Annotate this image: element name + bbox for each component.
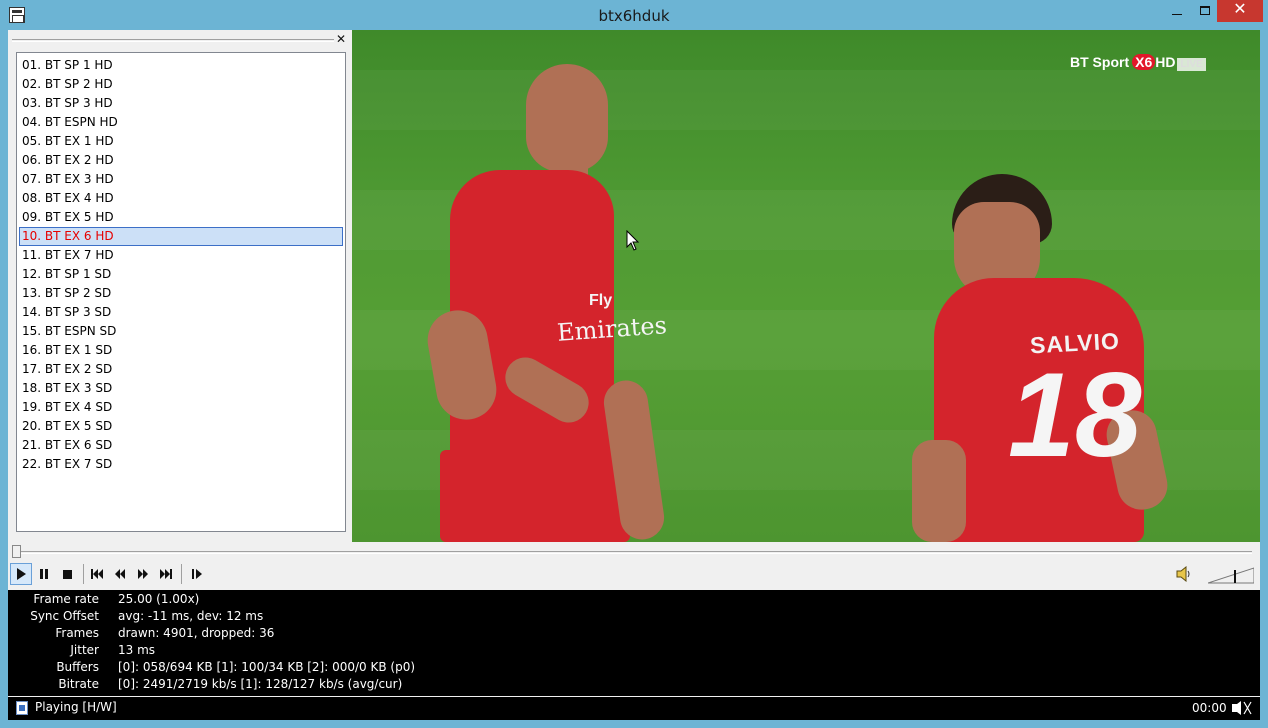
player-shorts xyxy=(440,450,630,542)
stat-value: avg: -11 ms, dev: 12 ms xyxy=(118,609,264,623)
player-window: btx6hduk ✕ ✕ 01. BT SP 1 HD 02. BT SP 2 H… xyxy=(0,0,1268,728)
pane-grip[interactable] xyxy=(12,39,334,42)
rewind-icon xyxy=(115,569,125,579)
stat-value: [0]: 2491/2719 kb/s [1]: 128/127 kb/s (a… xyxy=(118,677,403,691)
playlist-item[interactable]: 19. BT EX 4 SD xyxy=(19,398,343,417)
playlist-item[interactable]: 16. BT EX 1 SD xyxy=(19,341,343,360)
channel-logo: BT Sport X6 HD LIVE xyxy=(1070,54,1206,74)
playlist-item[interactable]: 01. BT SP 1 HD xyxy=(19,56,343,75)
playlist-item[interactable]: 13. BT SP 2 SD xyxy=(19,284,343,303)
play-icon xyxy=(16,568,26,580)
player-head xyxy=(526,64,608,172)
client-area: ✕ 01. BT SP 1 HD 02. BT SP 2 HD 03. BT SP … xyxy=(8,30,1260,720)
jersey-number: 18 xyxy=(1008,348,1142,482)
volume-slider[interactable] xyxy=(1208,566,1254,584)
pitch-stripe xyxy=(352,70,1260,130)
playlist-item[interactable]: 12. BT SP 1 SD xyxy=(19,265,343,284)
playlist-item[interactable]: 10. BT EX 6 HD xyxy=(19,227,343,246)
skip-forward-icon xyxy=(160,569,172,579)
playlist-item[interactable]: 20. BT EX 5 SD xyxy=(19,417,343,436)
resize-grip-icon[interactable] xyxy=(1232,701,1252,715)
playlist-item[interactable]: 09. BT EX 5 HD xyxy=(19,208,343,227)
player-arm xyxy=(912,440,966,542)
logo-live: LIVE xyxy=(1177,58,1206,71)
stat-value: 13 ms xyxy=(118,643,156,657)
playlist-item[interactable]: 17. BT EX 2 SD xyxy=(19,360,343,379)
stat-value: drawn: 4901, dropped: 36 xyxy=(118,626,275,640)
stat-row: Frame rate 25.00 (1.00x) xyxy=(8,591,1260,608)
sponsor-top: Fly xyxy=(589,292,613,309)
status-time: 00:00 xyxy=(1192,701,1227,715)
frame-step-button[interactable] xyxy=(186,563,208,585)
stat-label: Jitter xyxy=(70,643,99,657)
rewind-button[interactable] xyxy=(109,563,131,585)
seek-thumb[interactable] xyxy=(12,545,21,558)
stat-value: [0]: 058/694 KB [1]: 100/34 KB [2]: 000/… xyxy=(118,660,416,674)
pane-close-icon[interactable]: ✕ xyxy=(336,33,346,45)
playlist-item[interactable]: 11. BT EX 7 HD xyxy=(19,246,343,265)
status-text: Playing [H/W] xyxy=(35,700,117,714)
stat-row: Frames drawn: 4901, dropped: 36 xyxy=(8,625,1260,642)
stats-panel: Frame rate 25.00 (1.00x) Sync Offset avg: … xyxy=(8,590,1260,696)
close-icon: ✕ xyxy=(1233,1,1247,18)
stat-row: Jitter 13 ms xyxy=(8,642,1260,659)
logo-x: X6 xyxy=(1132,54,1156,70)
playlist[interactable]: 01. BT SP 1 HD 02. BT SP 2 HD 03. BT SP 3 … xyxy=(16,52,346,532)
playlist-item[interactable]: 14. BT SP 3 SD xyxy=(19,303,343,322)
speaker-icon[interactable] xyxy=(1176,566,1190,582)
playlist-item[interactable]: 18. BT EX 3 SD xyxy=(19,379,343,398)
logo-brand: BT Sport xyxy=(1070,54,1130,70)
fast-forward-icon xyxy=(138,569,148,579)
status-file-icon xyxy=(16,701,28,715)
next-button[interactable] xyxy=(155,563,177,585)
stop-icon xyxy=(62,569,72,579)
seek-bar[interactable] xyxy=(12,551,1252,554)
previous-button[interactable] xyxy=(86,563,108,585)
transport-controls xyxy=(8,562,1260,588)
close-button[interactable]: ✕ xyxy=(1217,0,1263,22)
stat-row: Sync Offset avg: -11 ms, dev: 12 ms xyxy=(8,608,1260,625)
playlist-item[interactable]: 21. BT EX 6 SD xyxy=(19,436,343,455)
playlist-item[interactable]: 04. BT ESPN HD xyxy=(19,113,343,132)
play-button[interactable] xyxy=(10,563,32,585)
playlist-item[interactable]: 06. BT EX 2 HD xyxy=(19,151,343,170)
title-bar[interactable]: btx6hduk ✕ xyxy=(0,0,1268,30)
stat-row: Buffers [0]: 058/694 KB [1]: 100/34 KB [2… xyxy=(8,659,1260,676)
stop-button[interactable] xyxy=(56,563,78,585)
playlist-item[interactable]: 02. BT SP 2 HD xyxy=(19,75,343,94)
video-area[interactable]: Fly Emirates SALVIO 18 BT Sport X6 HD LIVE xyxy=(352,30,1260,542)
playlist-item[interactable]: 05. BT EX 1 HD xyxy=(19,132,343,151)
pause-button[interactable] xyxy=(33,563,55,585)
stat-label: Buffers xyxy=(56,660,99,674)
mouse-cursor-icon xyxy=(626,230,640,251)
stat-label: Sync Offset xyxy=(30,609,99,623)
stat-value: 25.00 (1.00x) xyxy=(118,592,200,606)
logo-hd: HD xyxy=(1155,54,1176,70)
minimize-button[interactable] xyxy=(1162,0,1191,22)
playlist-item[interactable]: 22. BT EX 7 SD xyxy=(19,455,343,474)
toolbar-separator xyxy=(181,564,182,584)
playlist-pane: ✕ 01. BT SP 1 HD 02. BT SP 2 HD 03. BT SP … xyxy=(8,30,352,542)
fast-forward-button[interactable] xyxy=(132,563,154,585)
playlist-item[interactable]: 07. BT EX 3 HD xyxy=(19,170,343,189)
window-title: btx6hduk xyxy=(598,7,670,25)
stat-label: Frames xyxy=(55,626,99,640)
skip-back-icon xyxy=(91,569,103,579)
playlist-item[interactable]: 03. BT SP 3 HD xyxy=(19,94,343,113)
stat-row: Bitrate [0]: 2491/2719 kb/s [1]: 128/127 … xyxy=(8,676,1260,693)
maximize-button[interactable] xyxy=(1190,0,1219,22)
pause-icon xyxy=(40,569,48,579)
status-bar: Playing [H/W] 00:00 xyxy=(8,697,1260,720)
frame-step-icon xyxy=(192,569,202,579)
playlist-item[interactable]: 08. BT EX 4 HD xyxy=(19,189,343,208)
stat-label: Bitrate xyxy=(58,677,99,691)
stat-label: Frame rate xyxy=(33,592,99,606)
playlist-item[interactable]: 15. BT ESPN SD xyxy=(19,322,343,341)
minimize-icon xyxy=(1171,14,1182,15)
toolbar-separator xyxy=(83,564,84,584)
maximize-icon xyxy=(1199,6,1210,15)
